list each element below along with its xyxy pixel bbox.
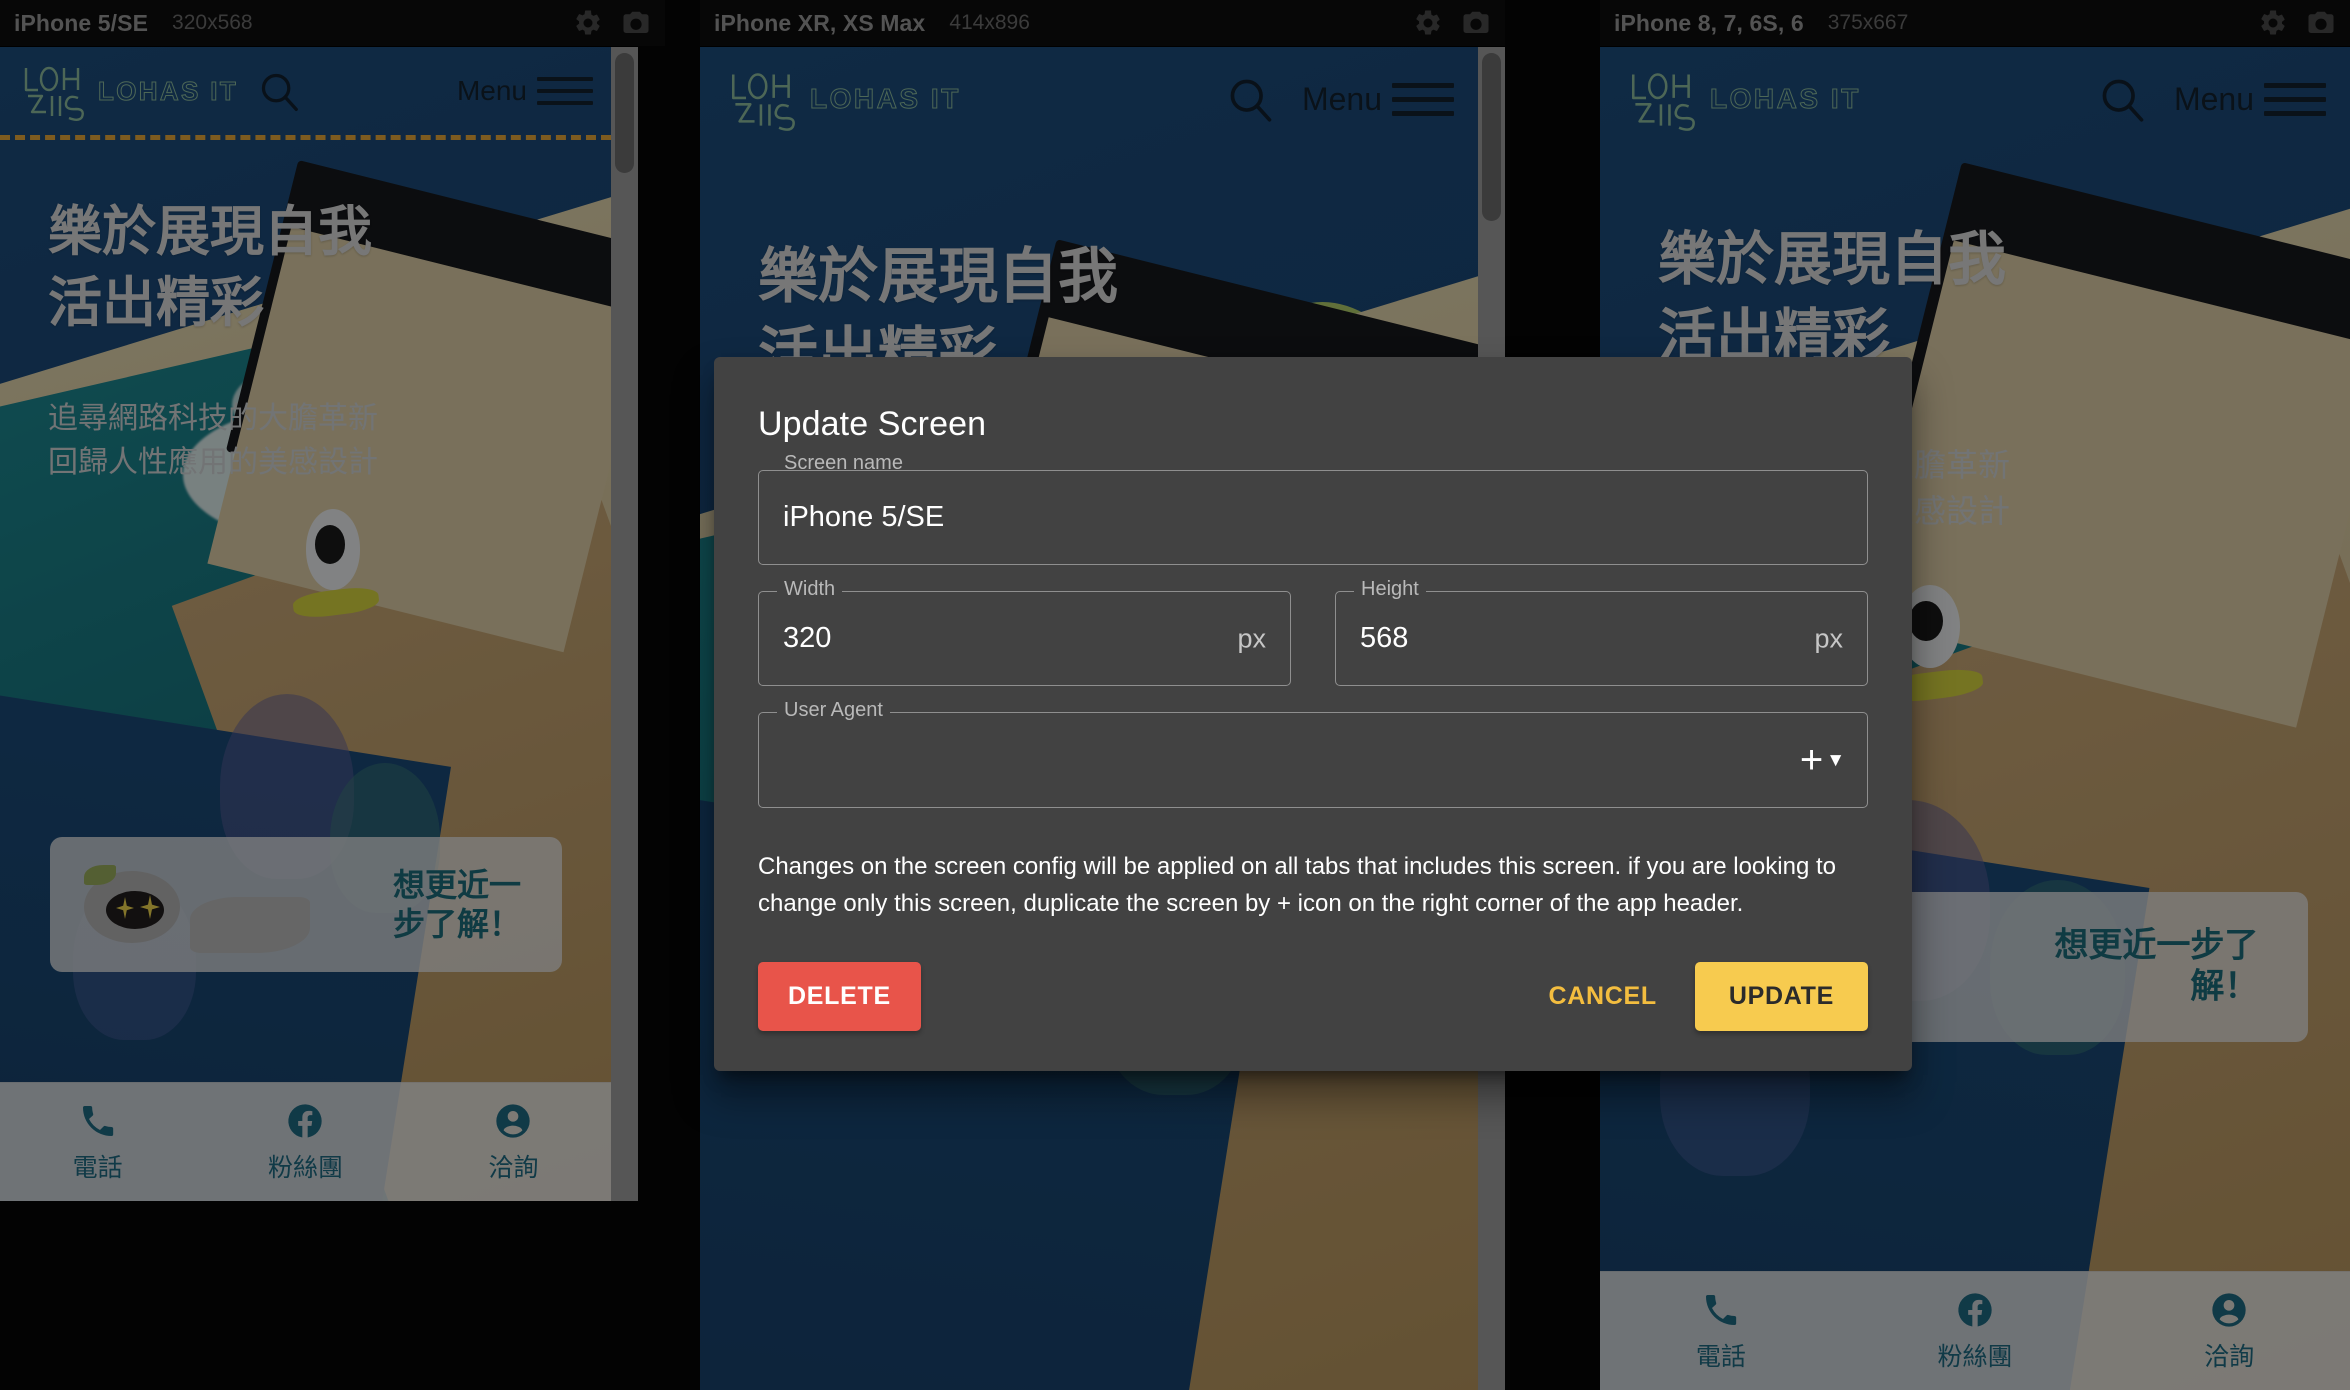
cancel-button[interactable]: CANCEL xyxy=(1522,962,1682,1031)
size-field-row: Width px Height px xyxy=(758,579,1868,712)
user-agent-input[interactable] xyxy=(759,713,1867,806)
screen-name-field[interactable]: Screen name xyxy=(758,450,1868,565)
height-input[interactable] xyxy=(1336,592,1867,685)
app-root: iPhone 5/SE 320x568 LOHAS IT Menu 樂於展現自我… xyxy=(0,0,2350,1390)
user-agent-label: User Agent xyxy=(777,700,890,720)
caret-down-icon[interactable]: ▼ xyxy=(1826,751,1845,770)
width-input[interactable] xyxy=(759,592,1290,685)
dialog-actions: DELETE CANCEL UPDATE xyxy=(714,922,1912,1071)
user-agent-field[interactable]: User Agent + ▼ xyxy=(758,700,1868,808)
dialog-note: Changes on the screen config will be app… xyxy=(758,853,1836,918)
screen-name-input[interactable] xyxy=(759,471,1867,564)
screen-name-label: Screen name xyxy=(777,450,910,473)
dialog-body: Screen name Width px Height px User Agen… xyxy=(714,450,1912,808)
width-field[interactable]: Width px xyxy=(758,579,1291,686)
user-agent-adornment[interactable]: + ▼ xyxy=(1800,740,1845,780)
delete-button[interactable]: DELETE xyxy=(758,962,921,1032)
height-label: Height xyxy=(1354,579,1426,599)
height-unit: px xyxy=(1814,623,1843,653)
width-unit: px xyxy=(1237,623,1266,653)
plus-icon[interactable]: + xyxy=(1800,740,1823,780)
update-button[interactable]: UPDATE xyxy=(1694,962,1868,1032)
width-label: Width xyxy=(777,579,843,599)
update-screen-dialog: Update Screen Screen name Width px Heigh… xyxy=(714,357,1912,1072)
height-field[interactable]: Height px xyxy=(1335,579,1868,686)
